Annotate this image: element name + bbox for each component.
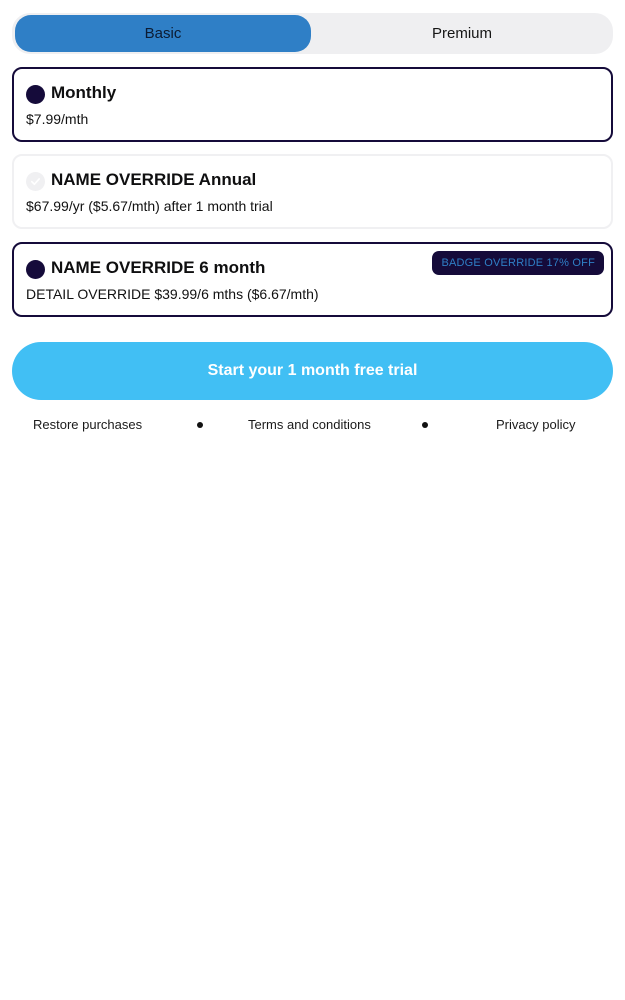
plan-detail: DETAIL OVERRIDE $39.99/6 mths ($6.67/mth… bbox=[26, 286, 319, 302]
plan-card-6-month[interactable]: NAME OVERRIDE 6 month DETAIL OVERRIDE $3… bbox=[12, 242, 613, 317]
start-trial-button[interactable]: Start your 1 month free trial bbox=[12, 342, 613, 400]
tab-basic-label: Basic bbox=[144, 25, 182, 42]
tab-basic[interactable]: Basic bbox=[15, 15, 311, 52]
plan-card-monthly[interactable]: Monthly $7.99/mth bbox=[12, 67, 613, 142]
tier-toggle: Basic Premium bbox=[12, 13, 613, 54]
tab-premium-label: Premium bbox=[431, 25, 492, 42]
plan-name: NAME OVERRIDE 6 month bbox=[51, 258, 266, 277]
check-circle-icon bbox=[26, 172, 45, 191]
plan-name: Monthly bbox=[51, 83, 117, 102]
subscription-paywall: Basic Premium Monthly $7.99/mth NAME OVE… bbox=[0, 0, 625, 1000]
plan-name: NAME OVERRIDE Annual bbox=[51, 170, 257, 189]
bullet-dot-icon bbox=[422, 422, 428, 428]
plan-detail: $7.99/mth bbox=[26, 111, 89, 127]
terms-link[interactable]: Terms and conditions bbox=[248, 417, 371, 432]
radio-dot-icon bbox=[26, 85, 45, 104]
bullet-dot-icon bbox=[197, 422, 203, 428]
plan-detail: $67.99/yr ($5.67/mth) after 1 month tria… bbox=[26, 198, 273, 214]
plan-card-annual[interactable]: NAME OVERRIDE Annual $67.99/yr ($5.67/mt… bbox=[12, 154, 613, 229]
footer-links: Restore purchases Terms and conditions P… bbox=[12, 414, 613, 436]
restore-purchases-link[interactable]: Restore purchases bbox=[33, 417, 142, 432]
privacy-policy-link[interactable]: Privacy policy bbox=[496, 417, 575, 432]
radio-dot-icon bbox=[26, 260, 45, 279]
discount-badge: BADGE OVERRIDE 17% OFF bbox=[432, 251, 604, 275]
tab-premium[interactable]: Premium bbox=[314, 15, 610, 52]
